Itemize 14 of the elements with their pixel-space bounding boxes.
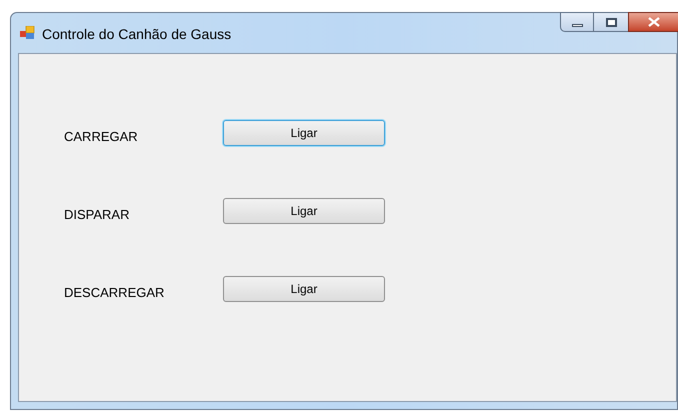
row-label: CARREGAR (64, 128, 139, 146)
maximize-button[interactable] (594, 12, 628, 32)
ligar-button[interactable]: Ligar (223, 198, 385, 224)
ligar-button[interactable]: Ligar (223, 120, 385, 146)
row-label: DISPARAR (64, 206, 130, 224)
minimize-button[interactable] (560, 12, 594, 32)
ligar-button[interactable]: Ligar (223, 276, 385, 302)
row-label: DESCARREGAR (64, 284, 166, 302)
maximize-icon (606, 18, 616, 26)
app-icon (20, 26, 36, 40)
minimize-icon (572, 24, 582, 26)
close-button[interactable] (628, 12, 678, 32)
window-title: Controle do Canhão de Gauss (42, 25, 232, 44)
close-icon (648, 17, 660, 27)
